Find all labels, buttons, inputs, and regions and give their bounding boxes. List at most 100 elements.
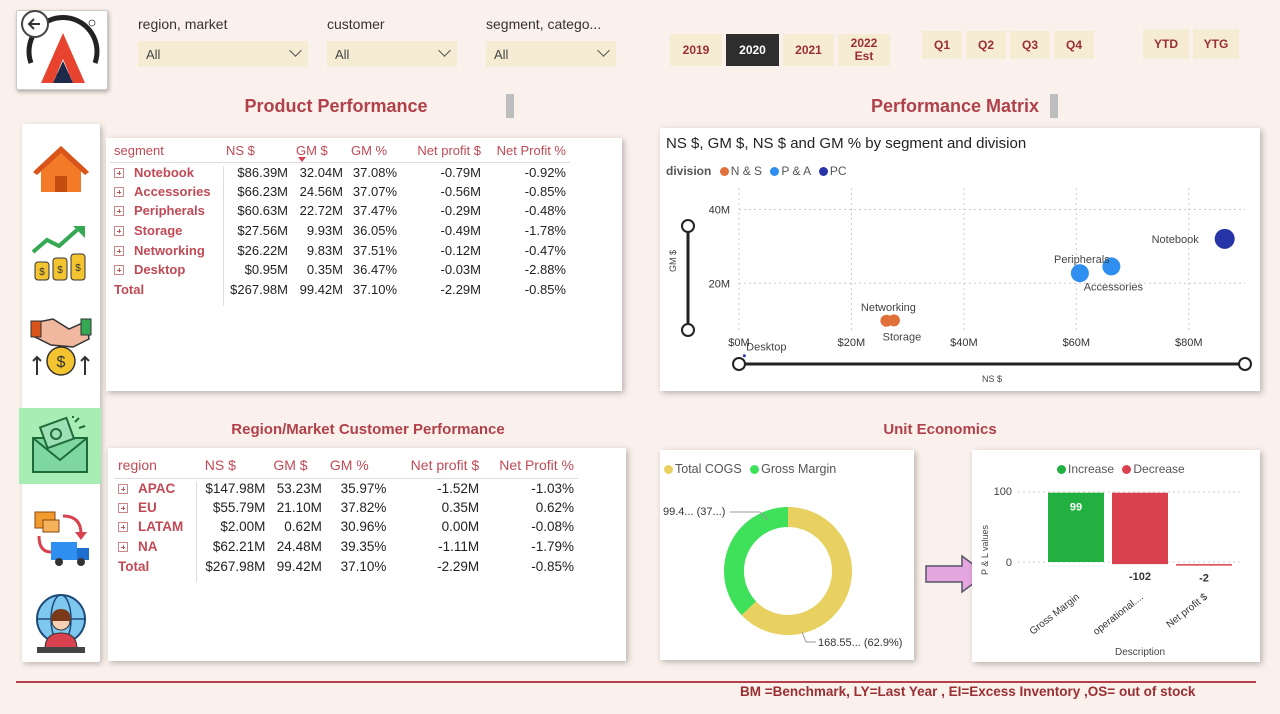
quarter-button-q2[interactable]: Q2 bbox=[966, 31, 1006, 59]
svg-text:$: $ bbox=[57, 265, 63, 276]
expand-icon[interactable] bbox=[114, 245, 124, 256]
period-button-ytd[interactable]: YTD bbox=[1143, 29, 1189, 59]
expand-icon[interactable] bbox=[118, 483, 128, 494]
home-icon bbox=[33, 146, 89, 192]
back-icon[interactable] bbox=[21, 10, 49, 38]
scatter-point[interactable] bbox=[1070, 264, 1089, 283]
year-button-2019[interactable]: 2019 bbox=[670, 34, 722, 66]
bar-value-label: 99 bbox=[1070, 502, 1082, 514]
nav-finance[interactable]: $ $ $ bbox=[22, 216, 100, 292]
money-envelope-icon bbox=[32, 416, 88, 473]
scatter-chart: GM $ $0M $20M $40M $60M $80M20M40M NotebookA… bbox=[668, 188, 1252, 384]
period-button-ytg[interactable]: YTG bbox=[1193, 29, 1239, 59]
column-header[interactable]: Net Profit % bbox=[483, 452, 578, 479]
expand-icon[interactable] bbox=[114, 206, 124, 217]
slicer-dropdown[interactable]: All bbox=[486, 41, 616, 67]
x-tick-label: $60M bbox=[1063, 337, 1091, 349]
sidebar-nav: $ $ $ $ bbox=[19, 124, 101, 662]
quarter-button-q1[interactable]: Q1 bbox=[922, 31, 962, 59]
slicer-region-market[interactable]: region, market All bbox=[138, 16, 308, 67]
scatter-point[interactable] bbox=[1214, 228, 1235, 249]
x-tick-label: $40M bbox=[950, 337, 978, 349]
y-range-slider-top-handle[interactable] bbox=[681, 219, 695, 233]
nav-global-customer[interactable] bbox=[22, 586, 100, 662]
x-range-slider-left-handle[interactable] bbox=[732, 357, 746, 371]
column-divider bbox=[223, 166, 224, 306]
expand-icon[interactable] bbox=[118, 522, 128, 533]
column-header-sorted[interactable]: GM $ bbox=[292, 140, 347, 163]
donut-chart: 99.4... (37...) 168.55... (62.9%) bbox=[663, 506, 902, 649]
region-performance-table: region NS $ GM $ GM % Net profit $ Net P… bbox=[114, 452, 578, 576]
chevron-down-icon bbox=[289, 44, 302, 57]
column-header[interactable]: Net Profit % bbox=[485, 140, 570, 163]
quarter-button-q4[interactable]: Q4 bbox=[1054, 31, 1094, 59]
column-header[interactable]: NS $ bbox=[200, 452, 270, 479]
cogs-margin-donut-card: Total COGS Gross Margin 99.4... (37...) … bbox=[660, 450, 914, 660]
donut-label-cogs: 168.55... (62.9%) bbox=[818, 637, 902, 649]
table-row[interactable]: APAC $147.98M 53.23M 35.97% -1.52M -1.03% bbox=[114, 478, 578, 498]
expand-icon[interactable] bbox=[114, 226, 124, 237]
expand-icon[interactable] bbox=[118, 502, 128, 513]
expand-icon[interactable] bbox=[114, 265, 124, 276]
expand-icon[interactable] bbox=[114, 186, 124, 197]
donut-label-margin: 99.4... (37...) bbox=[663, 506, 725, 518]
slicer-dropdown[interactable]: All bbox=[327, 41, 457, 67]
table-row[interactable]: LATAM $2.00M 0.62M 30.96% 0.00M -0.08% bbox=[114, 517, 578, 537]
table-row[interactable]: Notebook $86.39M 32.04M 37.08% -0.79M -0.92% bbox=[110, 162, 570, 182]
performance-matrix-card: NS $, GM $, NS $ and GM % by segment and… bbox=[660, 128, 1260, 391]
year-button-2022-est[interactable]: 2022 Est bbox=[838, 34, 890, 66]
table-row[interactable]: Desktop $0.95M 0.35M 36.47% -0.03M -2.88% bbox=[110, 260, 570, 280]
column-header[interactable]: Net profit $ bbox=[401, 140, 485, 163]
column-header[interactable]: NS $ bbox=[222, 140, 292, 163]
waterfall-bar[interactable] bbox=[1112, 492, 1168, 565]
nav-mail-active[interactable] bbox=[19, 408, 101, 484]
column-header[interactable]: GM $ bbox=[269, 452, 326, 479]
y-range-slider-bottom-handle[interactable] bbox=[681, 323, 695, 337]
table-row[interactable]: Accessories $66.23M 24.56M 37.07% -0.56M -0.8… bbox=[110, 182, 570, 202]
column-header[interactable]: region bbox=[114, 452, 201, 479]
expand-icon[interactable] bbox=[114, 167, 124, 178]
nav-deals[interactable]: $ bbox=[22, 308, 100, 384]
y-tick-label: 20M bbox=[709, 278, 730, 290]
performance-matrix-title: Performance Matrix bbox=[870, 96, 1040, 116]
column-header[interactable]: GM % bbox=[347, 140, 401, 163]
column-header[interactable]: Net profit $ bbox=[390, 452, 484, 479]
slicer-value: All bbox=[335, 47, 350, 62]
year-button-2021[interactable]: 2021 bbox=[783, 34, 834, 66]
x-tick-label: $80M bbox=[1175, 337, 1203, 349]
x-axis-label: Description bbox=[1115, 647, 1165, 658]
quarter-button-q3[interactable]: Q3 bbox=[1010, 31, 1050, 59]
table-row[interactable]: EU $55.79M 21.10M 37.82% 0.35M 0.62% bbox=[114, 498, 578, 518]
slicer-label: customer bbox=[327, 16, 385, 32]
column-header[interactable]: GM % bbox=[325, 452, 391, 479]
donut-slice[interactable] bbox=[724, 507, 788, 616]
slicer-value: All bbox=[146, 47, 161, 62]
scatter-point[interactable] bbox=[880, 314, 893, 327]
table-total-row: Total $267.98M 99.42M 37.10% -2.29M -0.85% bbox=[118, 558, 574, 574]
expand-icon[interactable] bbox=[118, 542, 128, 553]
slicer-dropdown[interactable]: All bbox=[138, 41, 308, 67]
region-performance-card: region NS $ GM $ GM % Net profit $ Net P… bbox=[108, 448, 626, 661]
product-performance-title: Product Performance bbox=[244, 96, 428, 116]
x-tick-label: $20M bbox=[838, 337, 866, 349]
slicer-customer[interactable]: customer All bbox=[327, 16, 457, 67]
table-row[interactable]: Storage $27.56M 9.93M 36.05% -0.49M -1.78% bbox=[110, 221, 570, 241]
point-label: Storage bbox=[883, 331, 922, 343]
nav-delivery[interactable] bbox=[22, 500, 100, 576]
delivery-truck-icon bbox=[34, 511, 89, 566]
column-header[interactable]: segment bbox=[110, 140, 222, 163]
table-row[interactable]: Peripherals $60.63M 22.72M 37.47% -0.29M -0.4… bbox=[110, 201, 570, 221]
waterfall-bar[interactable] bbox=[1176, 564, 1232, 566]
nav-home[interactable] bbox=[22, 132, 100, 208]
year-button-2020[interactable]: 2020 bbox=[726, 34, 779, 66]
scatter-point[interactable] bbox=[742, 354, 746, 358]
table-row[interactable]: NA $62.21M 24.48M 39.35% -1.11M -1.79% bbox=[114, 537, 578, 557]
company-logo[interactable] bbox=[16, 10, 108, 90]
y-axis-label: GM $ bbox=[668, 250, 678, 272]
x-range-slider-right-handle[interactable] bbox=[1238, 357, 1252, 371]
table-row[interactable]: Networking $26.22M 9.83M 37.51% -0.12M -0.47% bbox=[110, 240, 570, 260]
slicer-value: All bbox=[494, 47, 509, 62]
slicer-segment-category[interactable]: segment, catego... All bbox=[486, 16, 616, 67]
svg-text:$: $ bbox=[75, 263, 81, 274]
bar-value-label: -102 bbox=[1129, 571, 1151, 583]
